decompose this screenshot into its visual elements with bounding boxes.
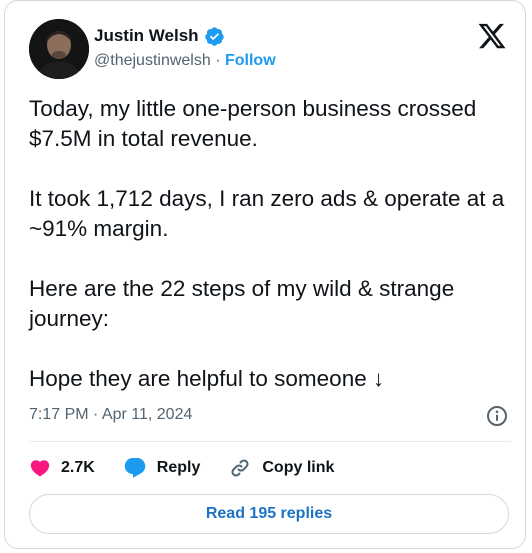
read-replies-label: Read 195 replies (205, 505, 333, 522)
reply-button[interactable]: Reply (123, 456, 201, 480)
x-logo-icon[interactable] (477, 21, 507, 51)
tweet-card: Justin Welsh @thejustinwelsh · Follow To… (4, 0, 526, 549)
tweet-paragraph: It took 1,712 days, I ran zero ads & ope… (29, 186, 505, 241)
divider (29, 441, 511, 442)
read-replies-button[interactable]: Read 195 replies (29, 494, 509, 534)
tweet-paragraph: Hope they are helpful to someone ↓ (29, 366, 385, 391)
author-handle-row: @thejustinwelsh · Follow (94, 52, 276, 70)
follow-button[interactable]: Follow (225, 52, 276, 69)
tweet-timestamp[interactable]: 7:17 PM · Apr 11, 2024 (29, 406, 192, 424)
tweet-paragraph: Today, my little one-person business cro… (29, 96, 477, 151)
author-name-row: Justin Welsh (94, 25, 225, 47)
like-count: 2.7K (61, 459, 95, 476)
action-bar: 2.7K Reply Copy link (29, 454, 362, 482)
handle-separator: · (215, 52, 225, 69)
author-handle[interactable]: @thejustinwelsh (94, 52, 211, 69)
author-name[interactable]: Justin Welsh (94, 26, 199, 46)
like-button[interactable]: 2.7K (29, 457, 95, 479)
speech-bubble-icon (123, 456, 147, 480)
verified-badge-icon (204, 26, 225, 47)
tweet-text: Today, my little one-person business cro… (29, 94, 514, 394)
tweet-paragraph: Here are the 22 steps of my wild & stran… (29, 276, 455, 331)
info-icon[interactable] (485, 404, 509, 428)
copy-link-label: Copy link (262, 459, 335, 476)
avatar[interactable] (29, 19, 89, 79)
avatar-image (29, 19, 89, 79)
heart-icon (29, 457, 51, 479)
copy-link-button[interactable]: Copy link (228, 456, 334, 480)
reply-label: Reply (156, 459, 201, 476)
link-icon (228, 456, 252, 480)
